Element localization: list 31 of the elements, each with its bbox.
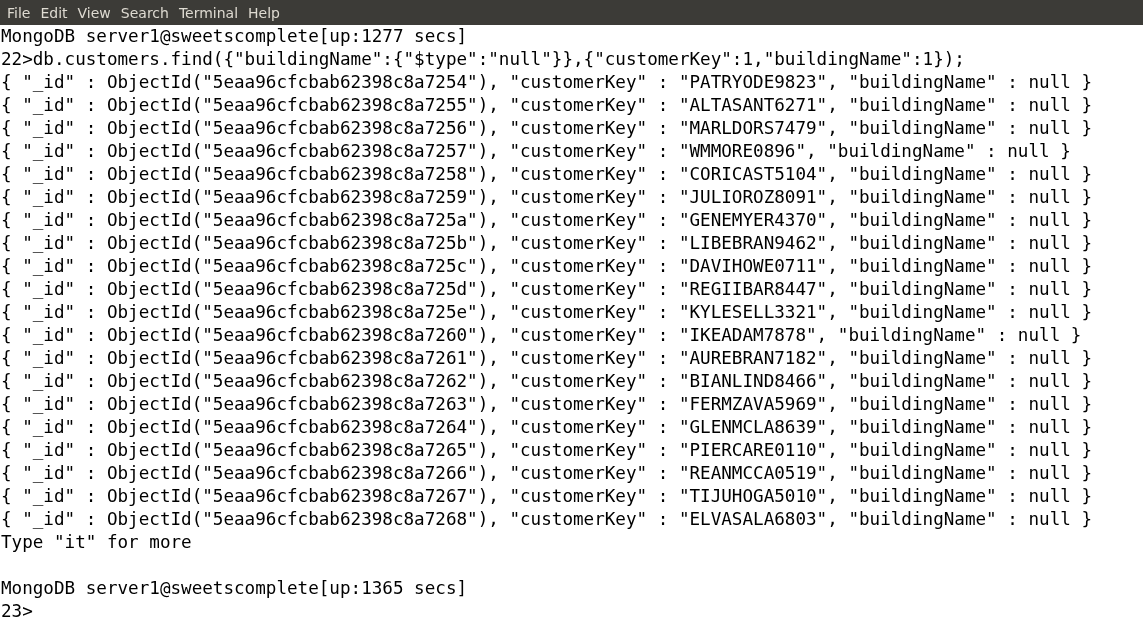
terminal-line: { "_id" : ObjectId("5eaa96cfcbab62398c8a7257"), "customerKey" : "WMMORE0896", "buildingName" : null }	[1, 140, 1071, 163]
menu-item[interactable]: Help	[244, 4, 286, 21]
terminal-line: { "_id" : ObjectId("5eaa96cfcbab62398c8a7260"), "customerKey" : "IKEADAM7878", "buildingName" : null }	[1, 324, 1082, 347]
terminal-line: 22>db.customers.find({"buildingName":{"$type":"null"}},{"customerKey":1,"buildingName":1});	[1, 48, 965, 71]
terminal-line: MongoDB server1@sweetscomplete[up:1277 secs]	[1, 25, 468, 48]
menu-item[interactable]: File	[3, 4, 37, 21]
terminal-line: { "_id" : ObjectId("5eaa96cfcbab62398c8a725d"), "customerKey" : "REGIIBAR8447", "buildingName" : null }	[1, 278, 1092, 301]
terminal-line: { "_id" : ObjectId("5eaa96cfcbab62398c8a7254"), "customerKey" : "PATRYODE9823", "buildingName" : null }	[1, 71, 1092, 94]
terminal-line: Type "it" for more	[1, 531, 192, 554]
terminal-line: { "_id" : ObjectId("5eaa96cfcbab62398c8a7261"), "customerKey" : "AUREBRAN7182", "buildingName" : null }	[1, 347, 1092, 370]
terminal-line: { "_id" : ObjectId("5eaa96cfcbab62398c8a725a"), "customerKey" : "GENEMYER4370", "buildingName" : null }	[1, 209, 1092, 232]
terminal-line: { "_id" : ObjectId("5eaa96cfcbab62398c8a7265"), "customerKey" : "PIERCARE0110", "buildingName" : null }	[1, 439, 1092, 462]
terminal-line: { "_id" : ObjectId("5eaa96cfcbab62398c8a725c"), "customerKey" : "DAVIHOWE0711", "buildingName" : null }	[1, 255, 1092, 278]
terminal-line: { "_id" : ObjectId("5eaa96cfcbab62398c8a7258"), "customerKey" : "CORICAST5104", "buildingName" : null }	[1, 163, 1092, 186]
menu-item[interactable]: Edit	[36, 4, 74, 21]
terminal-line: { "_id" : ObjectId("5eaa96cfcbab62398c8a7264"), "customerKey" : "GLENMCLA8639", "buildingName" : null }	[1, 416, 1092, 439]
menu-item[interactable]: Terminal	[174, 4, 245, 21]
terminal-line: { "_id" : ObjectId("5eaa96cfcbab62398c8a7256"), "customerKey" : "MARLDORS7479", "buildingName" : null }	[1, 117, 1092, 140]
terminal-line: MongoDB server1@sweetscomplete[up:1365 secs]	[1, 577, 468, 600]
terminal-line: { "_id" : ObjectId("5eaa96cfcbab62398c8a7268"), "customerKey" : "ELVASALA6803", "buildingName" : null }	[1, 508, 1092, 531]
terminal-line: { "_id" : ObjectId("5eaa96cfcbab62398c8a7266"), "customerKey" : "REANMCCA0519", "buildingName" : null }	[1, 462, 1092, 485]
terminal-line: { "_id" : ObjectId("5eaa96cfcbab62398c8a7263"), "customerKey" : "FERMZAVA5969", "buildingName" : null }	[1, 393, 1092, 416]
terminal-line: { "_id" : ObjectId("5eaa96cfcbab62398c8a7255"), "customerKey" : "ALTASANT6271", "buildingName" : null }	[1, 94, 1092, 117]
terminal-line: { "_id" : ObjectId("5eaa96cfcbab62398c8a7262"), "customerKey" : "BIANLIND8466", "buildingName" : null }	[1, 370, 1092, 393]
terminal-line: { "_id" : ObjectId("5eaa96cfcbab62398c8a7259"), "customerKey" : "JULIOROZ8091", "buildingName" : null }	[1, 186, 1092, 209]
terminal-line: { "_id" : ObjectId("5eaa96cfcbab62398c8a725b"), "customerKey" : "LIBEBRAN9462", "buildingName" : null }	[1, 232, 1092, 255]
terminal-line: 23>	[1, 600, 33, 623]
terminal-line: { "_id" : ObjectId("5eaa96cfcbab62398c8a725e"), "customerKey" : "KYLESELL3321", "buildingName" : null }	[1, 301, 1092, 324]
terminal-line: { "_id" : ObjectId("5eaa96cfcbab62398c8a7267"), "customerKey" : "TIJUHOGA5010", "buildingName" : null }	[1, 485, 1092, 508]
menu-item[interactable]: View	[73, 4, 117, 21]
menu-item[interactable]: Search	[116, 4, 175, 21]
